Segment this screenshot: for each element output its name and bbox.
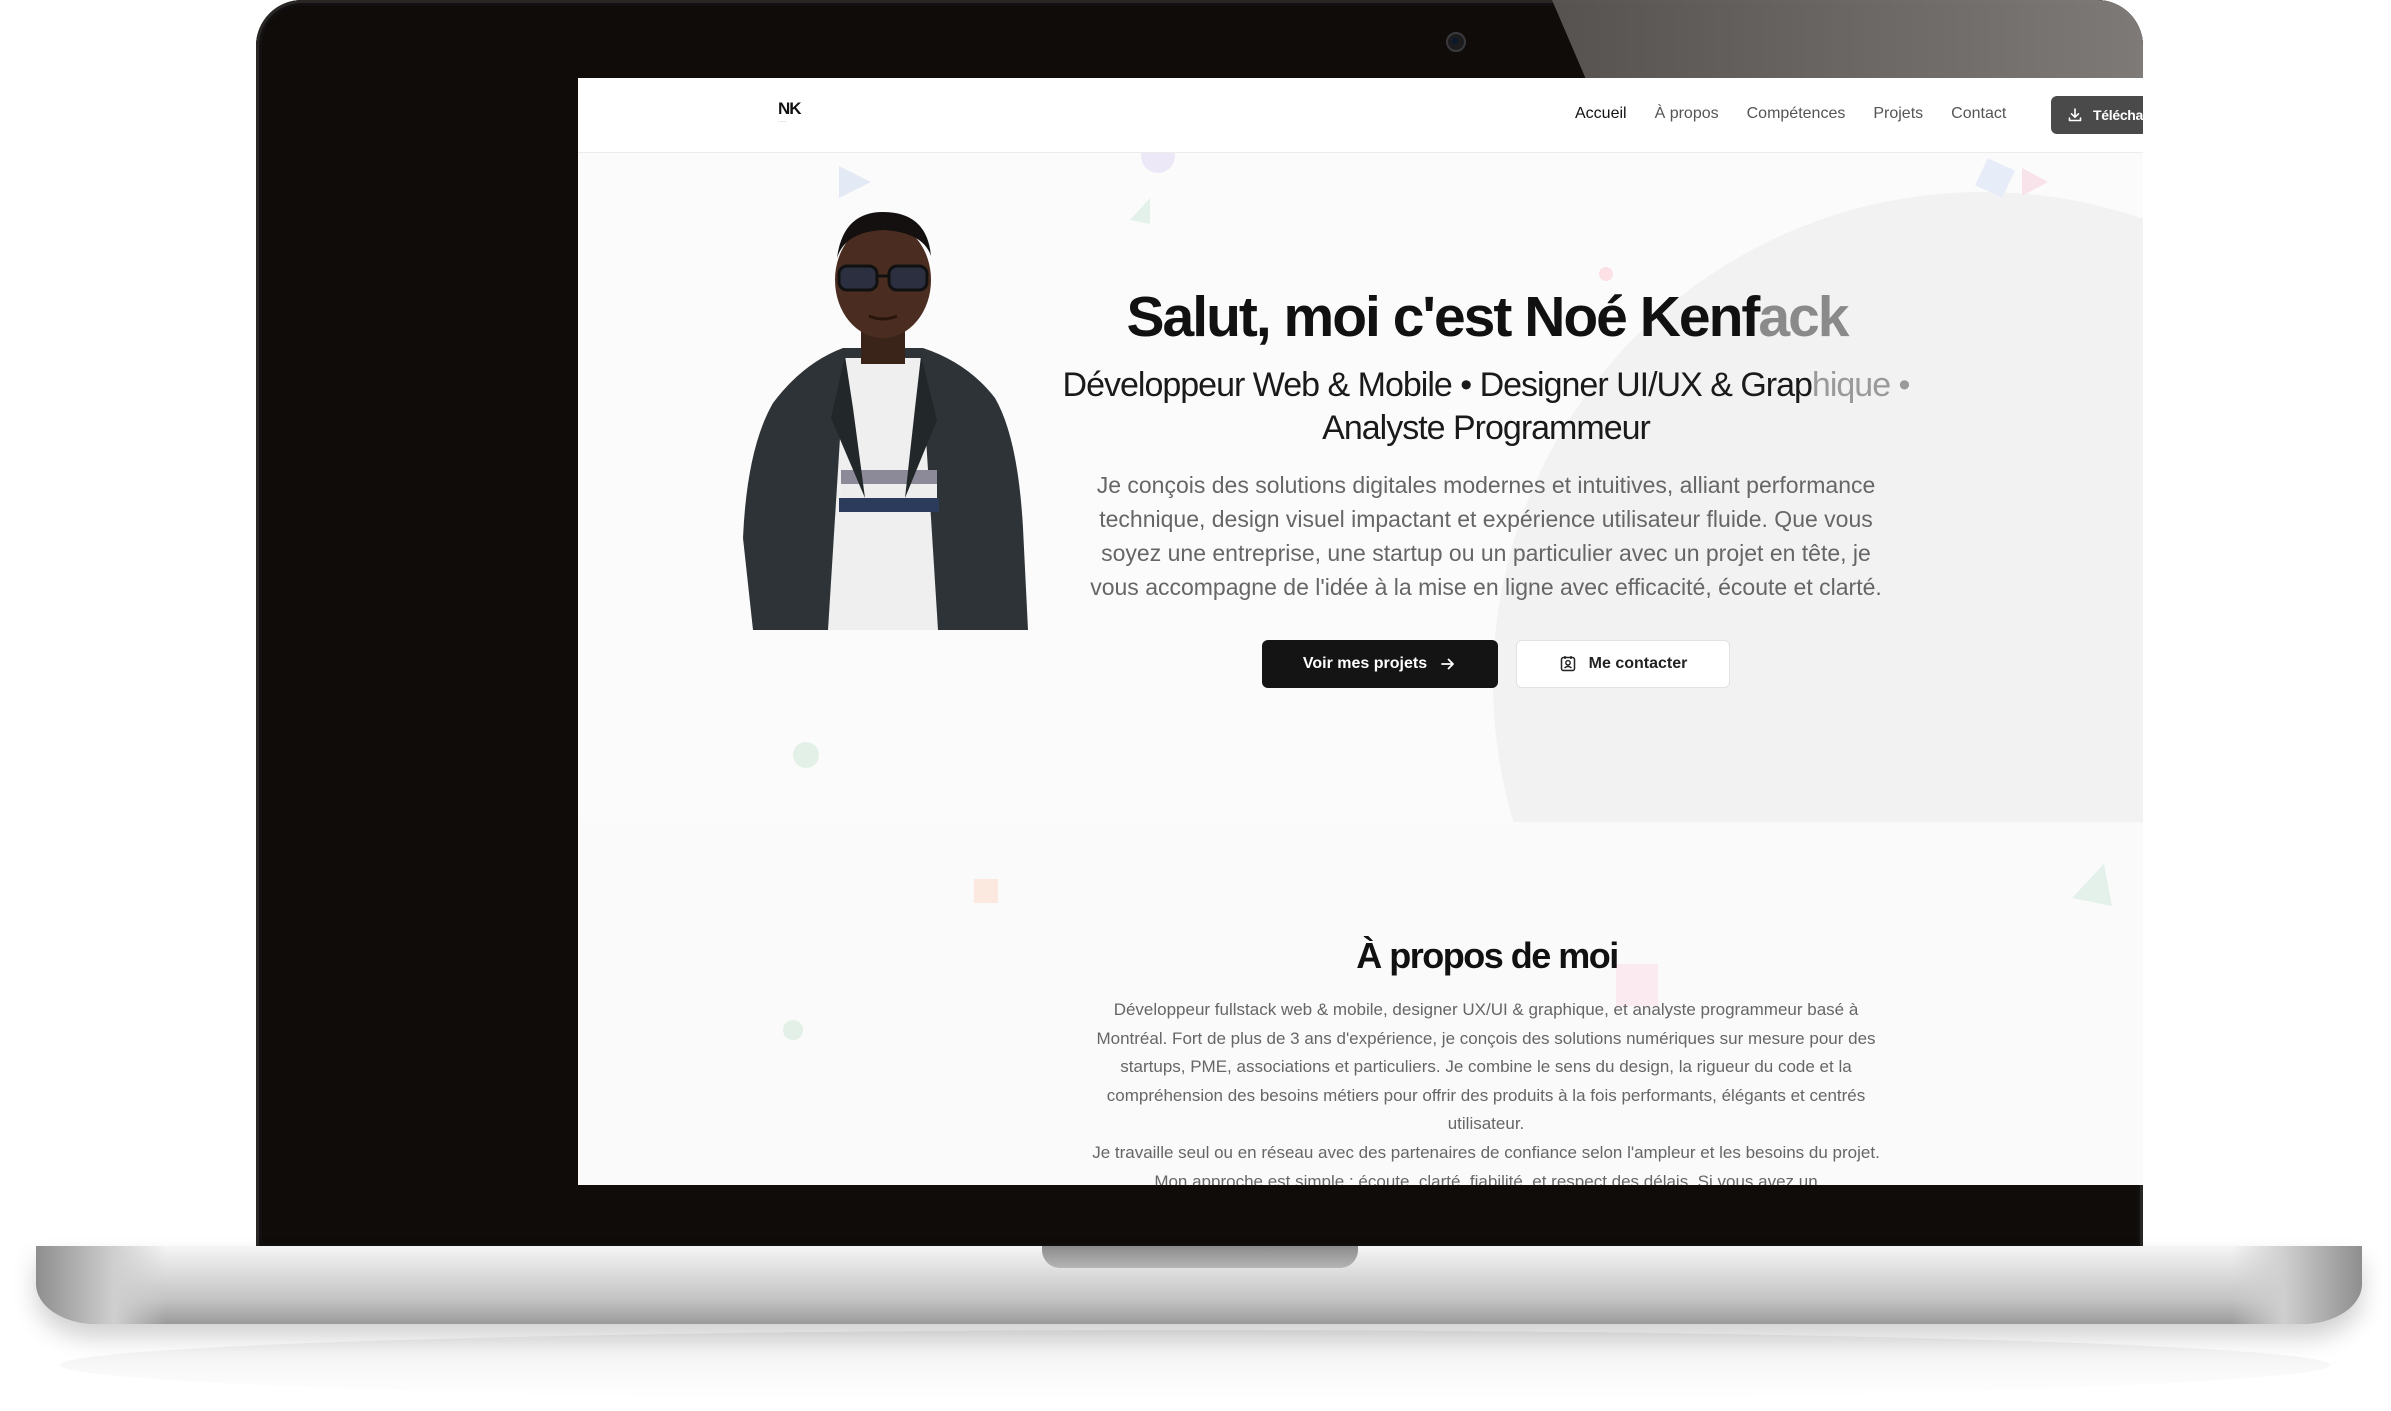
contact-me-button[interactable]: Me contacter xyxy=(1516,640,1730,688)
laptop-hinge-notch xyxy=(1042,1246,1358,1268)
about-paragraph-1: Développeur fullstack web & mobile, desi… xyxy=(1096,1000,1876,1134)
view-projects-label: Voir mes projets xyxy=(1302,655,1428,672)
contact-me-label: Me contacter xyxy=(1588,655,1688,672)
profile-portrait xyxy=(743,212,1028,630)
hero-description: Je conçois des solutions digitales moder… xyxy=(1090,472,1882,600)
nav-links: Accueil À propos Compétences Projets Con… xyxy=(1575,105,2006,123)
nav-link-a-propos[interactable]: À propos xyxy=(1655,105,1719,123)
laptop-reflection xyxy=(60,1330,2330,1400)
about-title: À propos de moi xyxy=(1356,935,1619,976)
download-icon xyxy=(2068,108,2082,122)
download-cv-label: Télécharger CV xyxy=(2093,107,2143,123)
circle-decoration xyxy=(783,1020,803,1040)
download-cv-button[interactable]: Télécharger CV xyxy=(2051,96,2143,134)
about-text: Développeur fullstack web & mobile, desi… xyxy=(1078,996,1894,1185)
logo-mark: NK xyxy=(778,99,802,118)
browser-screen: NK ······ Accueil À propos Compétences P… xyxy=(578,78,2143,1185)
laptop-lid: NK ······ Accueil À propos Compétences P… xyxy=(256,0,2143,1250)
arrow-right-icon xyxy=(1441,658,1454,670)
site-logo[interactable]: NK ······ xyxy=(778,100,810,130)
hero-title: Salut, moi c'est Noé Kenfack xyxy=(1126,285,1850,349)
navbar: NK ······ Accueil À propos Compétences P… xyxy=(578,78,2143,153)
triangle-decoration xyxy=(1130,198,1150,224)
triangle-decoration xyxy=(2072,864,2112,906)
dot-decoration xyxy=(1599,267,1613,281)
logo-tagline: ······ xyxy=(778,119,786,124)
square-decoration xyxy=(974,879,998,903)
triangle-decoration xyxy=(2022,168,2048,196)
square-decoration xyxy=(1975,158,2015,198)
nav-link-accueil[interactable]: Accueil xyxy=(1575,105,1627,123)
webcam xyxy=(1446,32,1466,52)
about-paragraph-2: Je travaille seul ou en réseau avec des … xyxy=(1092,1142,1880,1185)
circle-decoration xyxy=(793,742,819,768)
contact-card-icon xyxy=(1560,656,1575,672)
nav-link-projets[interactable]: Projets xyxy=(1873,105,1923,123)
nav-link-contact[interactable]: Contact xyxy=(1951,105,2006,123)
view-projects-button[interactable]: Voir mes projets xyxy=(1262,640,1498,688)
hero-subtitle: Développeur Web & Mobile • Designer UI/U… xyxy=(1062,366,1911,447)
triangle-decoration xyxy=(839,166,871,198)
nav-link-competences[interactable]: Compétences xyxy=(1747,105,1846,123)
